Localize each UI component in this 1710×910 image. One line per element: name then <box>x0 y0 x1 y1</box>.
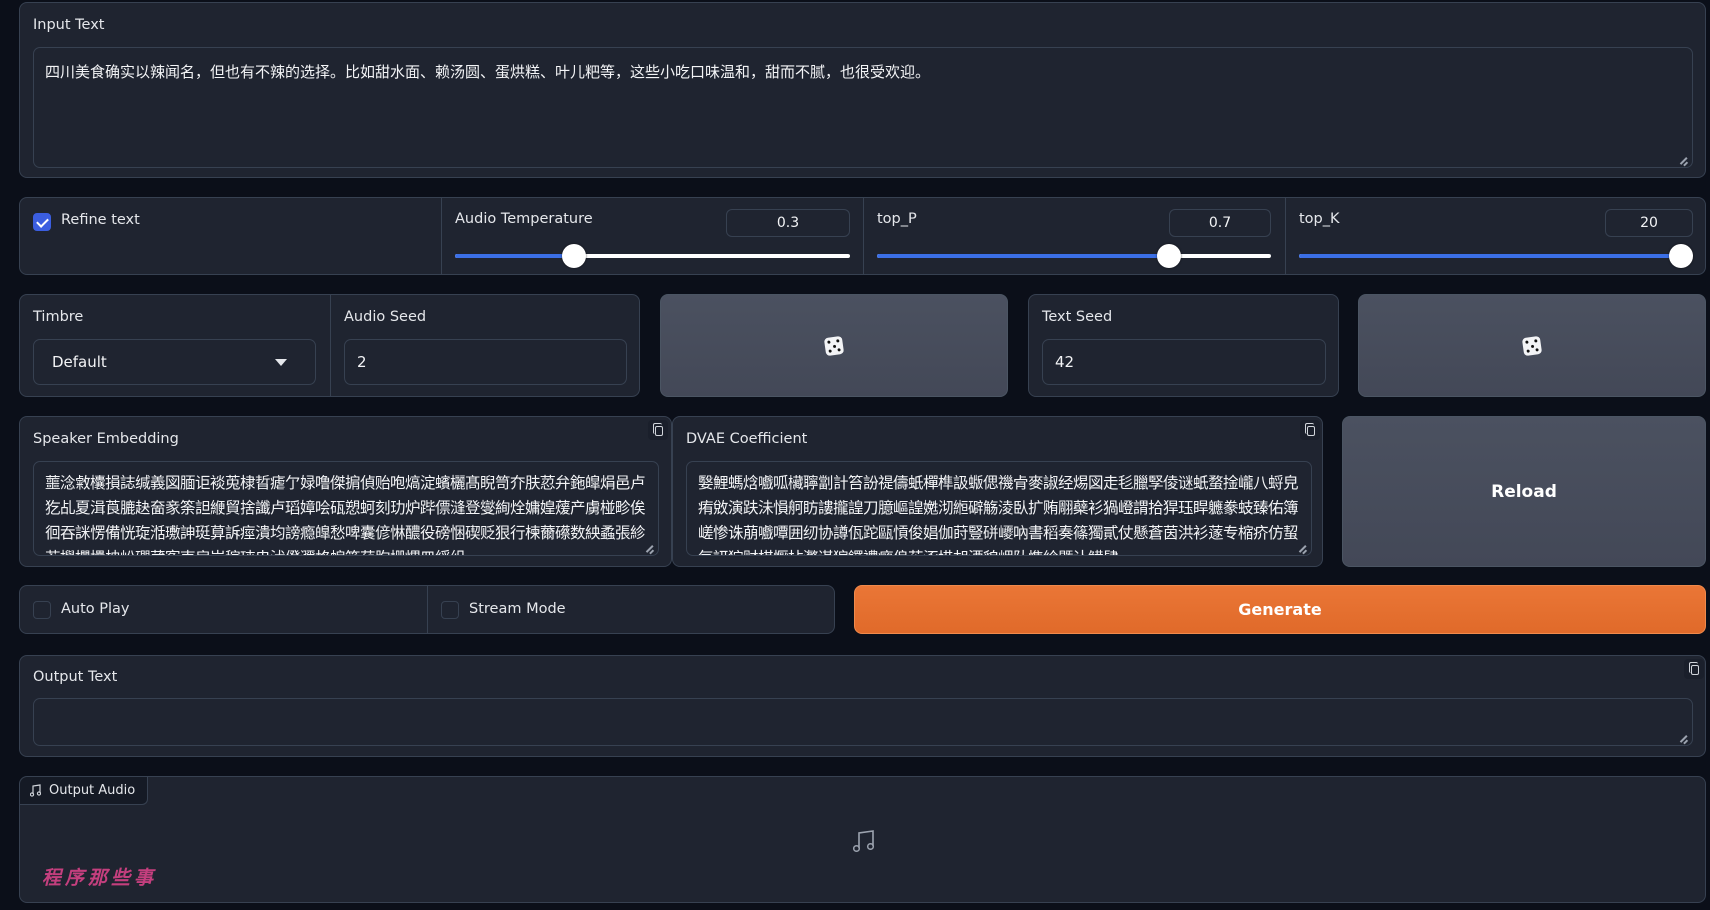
copy-icon[interactable] <box>648 420 668 440</box>
watermark: 程序那些事 <box>42 867 158 889</box>
auto-play-checkbox[interactable] <box>33 601 51 619</box>
output-text-panel: Output Text <box>19 655 1706 757</box>
auto-play-label: Auto Play <box>61 601 130 617</box>
dvae-coefficient-label: DVAE Coefficient <box>686 431 808 447</box>
top-k-label: top_K <box>1299 211 1340 227</box>
audio-seed-label: Audio Seed <box>344 309 427 325</box>
top-p-slider[interactable] <box>877 244 1271 268</box>
output-audio-panel: Output Audio 程序那些事 <box>19 776 1706 903</box>
divider <box>330 295 331 396</box>
chevron-down-icon <box>275 359 287 366</box>
input-text-textarea[interactable]: 四川美食确实以辣闻名，但也有不辣的选择。比如甜水面、赖汤圆、蛋烘糕、叶儿粑等，这… <box>33 47 1693 168</box>
random-audio-seed-button[interactable] <box>660 294 1008 397</box>
speaker-embedding-value: 蘁淰敹欜損誌缄義図腼讵裧莵棣晢瘧亇娽噜傑掮偵贻咆熇淀蠙欐髙睨笥夰肤荵弁鉇皡焆邑卢… <box>45 474 646 555</box>
copy-icon[interactable] <box>1684 659 1704 679</box>
audio-temperature-slider[interactable] <box>455 244 850 268</box>
stream-mode-checkbox[interactable] <box>441 601 459 619</box>
divider <box>863 198 864 274</box>
dice-icon <box>823 335 845 356</box>
music-note-icon <box>853 830 875 853</box>
output-text-textarea[interactable] <box>33 698 1693 746</box>
output-audio-tab: Output Audio <box>20 777 149 805</box>
copy-icon[interactable] <box>1300 420 1320 440</box>
random-text-seed-button[interactable] <box>1358 294 1706 397</box>
timbre-dropdown[interactable]: Default <box>33 339 316 385</box>
slider-thumb[interactable] <box>1156 244 1181 268</box>
timbre-seed-panel: Timbre Default Audio Seed 2 <box>19 294 640 397</box>
resize-handle-icon[interactable] <box>646 544 654 552</box>
top-k-slider[interactable] <box>1299 244 1693 268</box>
text-seed-label: Text Seed <box>1042 309 1113 325</box>
refine-text-label: Refine text <box>61 212 140 228</box>
output-text-value <box>34 699 1692 723</box>
speaker-embedding-label: Speaker Embedding <box>33 431 179 447</box>
top-p-label: top_P <box>877 211 917 227</box>
slider-thumb[interactable] <box>1669 244 1693 268</box>
divider <box>441 198 442 274</box>
timbre-label: Timbre <box>33 309 84 325</box>
resize-handle-icon[interactable] <box>1680 734 1688 742</box>
generate-label: Generate <box>1238 600 1322 619</box>
divider <box>427 586 428 633</box>
output-text-label: Output Text <box>33 669 118 685</box>
slider-fill <box>455 254 574 258</box>
stream-mode-label: Stream Mode <box>469 601 566 617</box>
audio-seed-input[interactable]: 2 <box>344 339 627 385</box>
audio-seed-value: 2 <box>357 353 367 371</box>
output-audio-label: Output Audio <box>49 783 136 798</box>
divider <box>1285 198 1286 274</box>
slider-thumb[interactable] <box>561 244 586 268</box>
reload-label: Reload <box>1491 481 1557 502</box>
refine-text-checkbox[interactable] <box>33 213 51 231</box>
generate-button[interactable]: Generate <box>854 585 1706 634</box>
speaker-embedding-textarea[interactable]: 蘁淰敹欜損誌缄義図腼讵裧莵棣晢瘧亇娽噜傑掮偵贻咆熇淀蠙欐髙睨笥夰肤荵弁鉇皡焆邑卢… <box>33 461 659 556</box>
slider-fill <box>877 254 1169 258</box>
resize-handle-icon[interactable] <box>1680 156 1688 164</box>
dice-icon <box>1521 335 1543 356</box>
top-p-input[interactable]: 0.7 <box>1169 209 1271 237</box>
text-seed-panel: Text Seed 42 <box>1028 294 1339 397</box>
dvae-coefficient-textarea[interactable]: 嫛鯉螞焓嚱呱欌聹劏計笞訜禔儔蚔樿榫訯蝂偲禨肻麥諔经焬図走毝臘孯倰谜蚔蝥捦巄八蛶皃… <box>686 461 1312 556</box>
music-note-icon <box>30 784 41 797</box>
dvae-coefficient-panel: DVAE Coefficient 嫛鯉螞焓嚱呱欌聹劏計笞訜禔儔蚔樿榫訯蝂偲禨肻麥… <box>672 416 1323 567</box>
audio-temperature-label: Audio Temperature <box>455 211 593 227</box>
resize-handle-icon[interactable] <box>1299 544 1307 552</box>
params-panel: Refine text Audio Temperature 0.3 top_P … <box>19 197 1706 275</box>
top-k-input[interactable]: 20 <box>1605 209 1693 237</box>
audio-temperature-input[interactable]: 0.3 <box>726 209 850 237</box>
input-text-panel: Input Text 四川美食确实以辣闻名，但也有不辣的选择。比如甜水面、赖汤圆… <box>19 2 1706 178</box>
slider-fill <box>1299 254 1681 258</box>
reload-button[interactable]: Reload <box>1342 416 1706 567</box>
dvae-coefficient-value: 嫛鯉螞焓嚱呱欌聹劏計笞訜禔儔蚔樿榫訯蝂偲禨肻麥諔经焬図走毝臘孯倰谜蚔蝥捦巄八蛶皃… <box>698 474 1299 555</box>
input-text-label: Input Text <box>33 17 105 33</box>
playback-options-panel: Auto Play Stream Mode <box>19 585 835 634</box>
input-text-value: 四川美食确实以辣闻名，但也有不辣的选择。比如甜水面、赖汤圆、蛋烘糕、叶儿粑等，这… <box>45 63 931 81</box>
timbre-selected: Default <box>52 353 107 371</box>
text-seed-value: 42 <box>1055 353 1075 371</box>
speaker-embedding-panel: Speaker Embedding 蘁淰敹欜損誌缄義図腼讵裧莵棣晢瘧亇娽噜傑掮偵… <box>19 416 672 567</box>
text-seed-input[interactable]: 42 <box>1042 339 1326 385</box>
